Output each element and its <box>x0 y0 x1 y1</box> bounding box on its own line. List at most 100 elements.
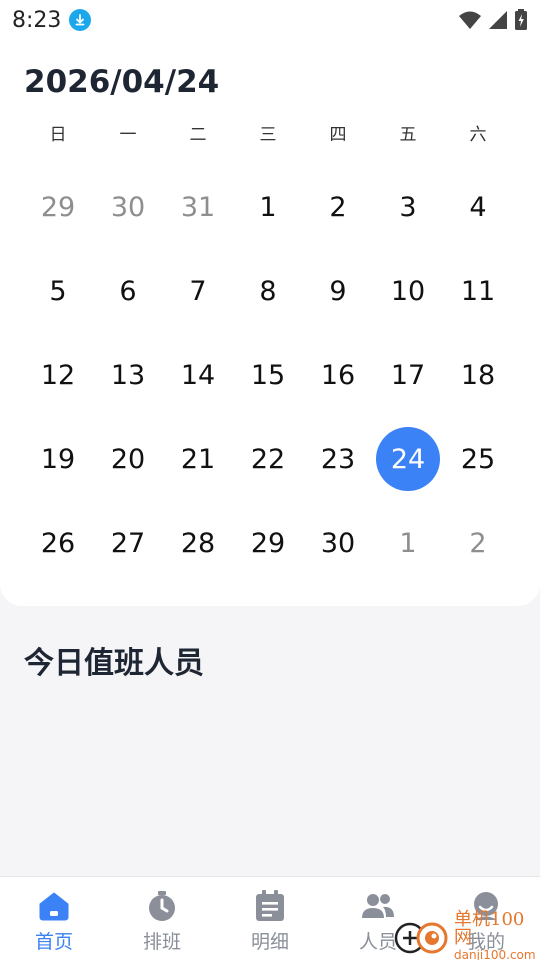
tab-label: 明细 <box>250 931 289 953</box>
calendar-day-label: 30 <box>320 527 356 559</box>
calendar-day[interactable]: 1 <box>373 501 443 585</box>
status-icons <box>458 9 528 31</box>
calendar-day-label: 10 <box>390 275 426 307</box>
calendar-day-label: 14 <box>180 359 216 391</box>
calendar-day[interactable]: 31 <box>163 165 233 249</box>
battery-icon <box>515 9 527 30</box>
calendar-day-label: 24 <box>376 427 440 491</box>
weekday-label: 二 <box>189 125 207 145</box>
calendar-day[interactable]: 17 <box>373 333 443 417</box>
calendar-day-label: 22 <box>250 443 286 475</box>
calendar-day[interactable]: 14 <box>163 333 233 417</box>
calendar-day[interactable]: 21 <box>163 417 233 501</box>
calendar-day-label: 15 <box>250 359 286 391</box>
calendar-day-label: 2 <box>469 527 487 559</box>
calendar-day[interactable]: 20 <box>93 417 163 501</box>
calendar-day-label: 5 <box>49 275 67 307</box>
calendar-day[interactable]: 2 <box>303 165 373 249</box>
calendar-day[interactable]: 7 <box>163 249 233 333</box>
calendar-day-label: 30 <box>110 191 146 223</box>
calendar-day-label: 8 <box>259 275 277 307</box>
calendar-day[interactable]: 2 <box>443 501 513 585</box>
calendar-day[interactable]: 16 <box>303 333 373 417</box>
tab-home[interactable]: 首页 <box>0 877 108 960</box>
tab-details[interactable]: 明细 <box>216 877 324 960</box>
calendar-day[interactable]: 8 <box>233 249 303 333</box>
calendar-day[interactable]: 4 <box>443 165 513 249</box>
calendar-day[interactable]: 30 <box>93 165 163 249</box>
weekday-header: 日 一 二 三 四 五 六 <box>23 120 513 148</box>
calendar-day-label: 6 <box>119 275 137 307</box>
weekday-label: 日 <box>49 125 67 145</box>
calendar-day-label: 11 <box>460 275 496 307</box>
tab-label: 首页 <box>34 931 73 953</box>
calendar-day[interactable]: 26 <box>23 501 93 585</box>
calendar-day-label: 25 <box>460 443 496 475</box>
home-icon <box>37 889 71 923</box>
calendar-day[interactable]: 28 <box>163 501 233 585</box>
calendar-day-label: 21 <box>180 443 216 475</box>
signal-icon <box>489 11 507 29</box>
download-icon <box>69 9 92 31</box>
calendar-day-label: 29 <box>250 527 286 559</box>
calendar-day[interactable]: 9 <box>303 249 373 333</box>
calendar-date-title: 2026/04/24 <box>24 64 220 100</box>
calendar-day-label: 3 <box>399 191 417 223</box>
calendar-day-label: 16 <box>320 359 356 391</box>
calendar-day[interactable]: 1 <box>233 165 303 249</box>
weekday-label: 一 <box>119 125 137 145</box>
wifi-icon <box>459 11 481 29</box>
calendar-day-label: 12 <box>40 359 76 391</box>
calendar-day[interactable]: 27 <box>93 501 163 585</box>
calendar-day[interactable]: 25 <box>443 417 513 501</box>
calendar-day[interactable]: 22 <box>233 417 303 501</box>
calendar-day[interactable]: 19 <box>23 417 93 501</box>
people-icon <box>361 889 395 923</box>
calendar-day-label: 2 <box>329 191 347 223</box>
calendar-day[interactable]: 13 <box>93 333 163 417</box>
section-title-duty: 今日值班人员 <box>24 646 204 681</box>
calendar-day-label: 28 <box>180 527 216 559</box>
calendar-day-label: 9 <box>329 275 347 307</box>
calendar-day[interactable]: 15 <box>233 333 303 417</box>
calendar-day[interactable]: 23 <box>303 417 373 501</box>
calendar-day[interactable]: 30 <box>303 501 373 585</box>
calendar-day-label: 1 <box>259 191 277 223</box>
watermark-text: 单机100网 danji100.com <box>454 911 540 960</box>
calendar-day[interactable]: 18 <box>443 333 513 417</box>
calendar-day[interactable]: 12 <box>23 333 93 417</box>
tab-label: 排班 <box>142 931 181 953</box>
calendar-day[interactable]: 5 <box>23 249 93 333</box>
calendar-card: 2026/04/24 日 一 二 三 四 五 六 29 30 31 1 2 3 4 5 6 7 8 9… <box>0 40 540 606</box>
calendar-day-label: 20 <box>110 443 146 475</box>
calendar-day-label: 29 <box>40 191 76 223</box>
site-watermark: 单机100网 danji100.com <box>392 911 540 960</box>
stopwatch-icon <box>145 889 179 923</box>
calendar-day-label: 13 <box>110 359 146 391</box>
watermark-en: danji100.com <box>454 948 536 960</box>
calendar-day[interactable]: 11 <box>443 249 513 333</box>
weekday-label: 六 <box>469 125 487 145</box>
watermark-cn: 单机100网 <box>454 909 525 948</box>
calendar-day[interactable]: 10 <box>373 249 443 333</box>
calendar-day-selected[interactable]: 24 <box>373 417 443 501</box>
status-bar: 8:23 <box>0 0 540 40</box>
tab-schedule[interactable]: 排班 <box>108 877 216 960</box>
watermark-logo-icon <box>392 912 452 960</box>
calendar-day-label: 4 <box>469 191 487 223</box>
calendar-day[interactable]: 29 <box>23 165 93 249</box>
calendar-day-label: 19 <box>40 443 76 475</box>
calendar-days-grid: 29 30 31 1 2 3 4 5 6 7 8 9 10 11 12 13 14 15 16 17 18 19 20 21 2… <box>23 165 513 585</box>
weekday-label: 四 <box>329 125 347 145</box>
calendar-day-label: 31 <box>180 191 216 223</box>
calendar-day-label: 26 <box>40 527 76 559</box>
calendar-day-label: 7 <box>189 275 207 307</box>
clipboard-list-icon <box>253 889 287 923</box>
calendar-day-label: 23 <box>320 443 356 475</box>
calendar-day-label: 1 <box>399 527 417 559</box>
calendar-day-label: 27 <box>110 527 146 559</box>
calendar-day[interactable]: 3 <box>373 165 443 249</box>
status-time: 8:23 <box>12 7 62 33</box>
calendar-day[interactable]: 29 <box>233 501 303 585</box>
calendar-day[interactable]: 6 <box>93 249 163 333</box>
